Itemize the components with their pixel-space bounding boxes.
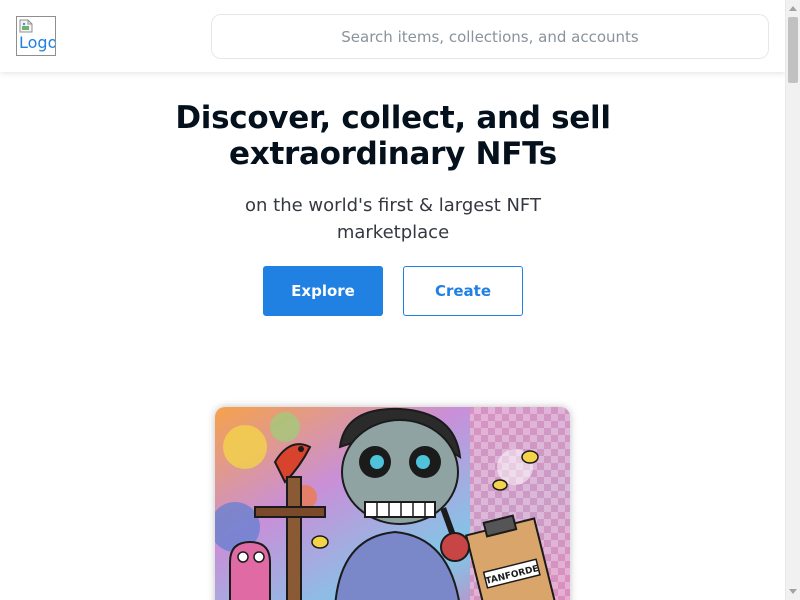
explore-button[interactable]: Explore xyxy=(263,266,383,316)
featured-nft-artwork: TANFORDE xyxy=(215,407,570,600)
search-bar[interactable] xyxy=(211,14,769,59)
hero-title: Discover, collect, and sell extraordinar… xyxy=(160,100,626,172)
hero-title-line-2: extraordinary NFTs xyxy=(229,136,557,172)
hero-subtitle: on the world's first & largest NFT marke… xyxy=(228,192,558,246)
hero-subtitle-line-2: marketplace xyxy=(336,222,450,243)
scroll-up-icon[interactable] xyxy=(789,6,797,11)
create-button[interactable]: Create xyxy=(403,266,523,316)
scroll-down-icon[interactable] xyxy=(789,589,797,594)
top-navbar: Logo xyxy=(0,0,786,72)
hero-title-line-1: Discover, collect, and sell xyxy=(175,100,611,136)
search-input[interactable] xyxy=(212,15,768,58)
broken-image-icon xyxy=(19,19,33,33)
logo-image[interactable]: Logo xyxy=(16,16,56,56)
featured-nft-card[interactable]: TANFORDE xyxy=(215,407,570,600)
scrollbar-thumb[interactable] xyxy=(788,17,798,83)
logo-alt-text: Logo xyxy=(19,33,56,52)
hero-subtitle-line-1: on the world's first & largest NFT xyxy=(245,195,541,216)
page-scrollbar[interactable] xyxy=(785,0,800,600)
